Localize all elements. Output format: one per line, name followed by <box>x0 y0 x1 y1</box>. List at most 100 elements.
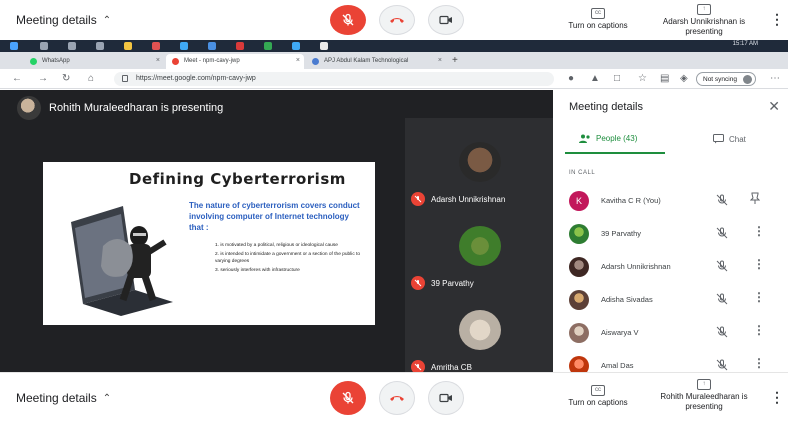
leave-call-button[interactable] <box>379 5 415 35</box>
start-icon[interactable] <box>10 42 18 50</box>
list-item[interactable]: 39 Parvathy ⋮ <box>553 217 788 249</box>
tab-chat[interactable]: Chat <box>713 134 746 144</box>
meet-icon <box>172 58 179 65</box>
app-icon[interactable] <box>236 42 244 50</box>
store-icon[interactable] <box>152 42 160 50</box>
list-item[interactable]: Adisha Sivadas ⋮ <box>553 283 788 315</box>
participant-name: Kavitha C R (You) <box>601 196 661 205</box>
mic-off-icon <box>716 194 728 206</box>
close-icon[interactable]: × <box>296 57 300 64</box>
widgets-icon[interactable] <box>96 42 104 50</box>
slide-title: Defining Cyberterrorism <box>129 170 346 188</box>
browser-tab[interactable]: APJ Abdul Kalam Technological × <box>306 54 446 69</box>
more-options-icon[interactable]: ⋮ <box>753 356 765 370</box>
meeting-details-panel: Meeting details ✕ People (43) Chat IN CA… <box>553 90 788 376</box>
new-tab-icon[interactable]: + <box>452 55 458 66</box>
captions-button[interactable]: cc Turn on captions <box>558 385 638 408</box>
more-options-icon[interactable]: ⋮ <box>770 389 784 406</box>
edge-icon[interactable] <box>180 42 188 50</box>
mic-off-button[interactable] <box>330 5 366 35</box>
collections-icon[interactable]: ▤ <box>660 73 669 84</box>
avatar <box>569 290 589 310</box>
section-heading: IN CALL <box>569 170 596 176</box>
app-icon[interactable] <box>264 42 272 50</box>
more-options-icon[interactable]: ⋮ <box>753 224 765 238</box>
captions-icon: cc <box>591 385 605 396</box>
extensions-icon[interactable]: ◈ <box>680 73 688 84</box>
slide-lead-text: The nature of cyberterrorism covers cond… <box>189 201 360 232</box>
avatar <box>569 224 589 244</box>
tab-label: WhatsApp <box>42 58 70 64</box>
present-icon: ↑ <box>697 4 711 15</box>
shared-slide: Defining Cyberterrorism The nature of cy… <box>43 162 375 325</box>
close-icon[interactable]: × <box>156 57 160 64</box>
extension-icon[interactable]: ▲ <box>590 73 600 84</box>
presenting-button[interactable]: ↑ Adarsh Unnikrishnan is presenting <box>656 4 752 37</box>
presenting-button[interactable]: ↑ Rohith Muraleedharan is presenting <box>654 379 754 412</box>
forward-icon[interactable]: → <box>38 73 48 84</box>
more-options-icon[interactable]: ⋮ <box>770 11 784 28</box>
profile-sync-button[interactable]: Not syncing <box>696 72 756 86</box>
mic-off-icon <box>411 192 425 206</box>
reload-icon[interactable]: ↻ <box>62 73 70 84</box>
app-icon[interactable] <box>320 42 328 50</box>
file-explorer-icon[interactable] <box>124 42 132 50</box>
mic-off-icon <box>411 276 425 290</box>
presenter-banner: Rohith Muraleedharan is presenting <box>17 96 223 120</box>
participant-tile[interactable]: 39 Parvathy <box>405 222 553 302</box>
mic-off-icon <box>716 260 728 272</box>
meeting-details-button[interactable]: Meeting details ⌃ <box>16 391 111 405</box>
list-item[interactable]: K Kavitha C R (You) <box>553 184 788 216</box>
presenter-text: Rohith Muraleedharan is presenting <box>49 102 224 114</box>
url-field[interactable]: https://meet.google.com/npm-cavy-jwp <box>114 72 554 86</box>
tab-label: APJ Abdul Kalam Technological <box>324 58 409 64</box>
meeting-details-label: Meeting details <box>16 13 97 27</box>
more-options-icon[interactable]: ⋮ <box>753 257 765 271</box>
mic-off-icon <box>716 359 728 371</box>
captions-button[interactable]: cc Turn on captions <box>560 8 636 31</box>
participant-name: 39 Parvathy <box>601 229 642 238</box>
leave-call-button[interactable] <box>379 381 415 415</box>
url-text: https://meet.google.com/npm-cavy-jwp <box>136 75 256 82</box>
participant-avatar <box>459 226 501 266</box>
list-item[interactable]: Adarsh Unnikrishnan ⋮ <box>553 250 788 282</box>
sync-label: Not syncing <box>703 76 737 83</box>
mic-off-button[interactable] <box>330 381 366 415</box>
participant-name: Adisha Sivadas <box>601 295 653 304</box>
people-icon <box>579 134 590 143</box>
camera-button[interactable] <box>428 5 464 35</box>
address-bar-row: ← → ↻ ⌂ https://meet.google.com/npm-cavy… <box>0 69 788 89</box>
more-options-icon[interactable]: ⋮ <box>753 290 765 304</box>
app-icon[interactable] <box>208 42 216 50</box>
mic-icon[interactable]: ● <box>568 73 574 84</box>
participant-tile[interactable]: Adarsh Unnikrishnan <box>405 138 553 218</box>
camera-icon <box>439 393 452 403</box>
browser-tab-active[interactable]: Meet - npm-cavy-jwp × <box>166 54 304 69</box>
captions-label: Turn on captions <box>568 398 628 407</box>
meeting-details-button[interactable]: Meeting details ⌃ <box>16 13 111 27</box>
back-icon[interactable]: ← <box>12 73 22 84</box>
present-icon: ↑ <box>697 379 711 390</box>
close-icon[interactable]: ✕ <box>768 98 780 115</box>
list-item[interactable]: Aiswarya V ⋮ <box>553 316 788 348</box>
chevron-up-icon: ⌃ <box>102 14 112 26</box>
taskview-icon[interactable] <box>68 42 76 50</box>
mic-off-icon <box>716 227 728 239</box>
camera-button[interactable] <box>428 381 464 415</box>
home-icon[interactable]: ⌂ <box>88 73 94 84</box>
browser-tab[interactable]: WhatsApp × <box>24 54 164 69</box>
edge-icon[interactable] <box>292 42 300 50</box>
close-icon[interactable]: × <box>438 57 442 64</box>
more-options-icon[interactable]: ⋮ <box>753 323 765 337</box>
profile-avatar <box>742 75 752 84</box>
pin-icon[interactable] <box>750 192 760 205</box>
captions-label: Turn on captions <box>568 21 628 30</box>
mic-off-icon <box>342 391 354 404</box>
tab-people[interactable]: People (43) <box>579 134 637 143</box>
search-icon[interactable] <box>40 42 48 50</box>
hacker-illustration <box>71 206 173 316</box>
favorites-icon[interactable]: ☆ <box>638 73 647 84</box>
browser-menu-icon[interactable]: ⋯ <box>770 73 780 84</box>
reader-icon[interactable]: □ <box>614 73 620 84</box>
os-taskbar: 15:17 AM <box>0 40 788 52</box>
